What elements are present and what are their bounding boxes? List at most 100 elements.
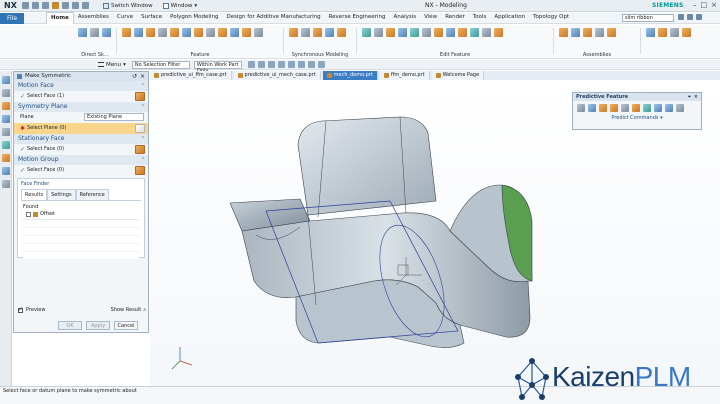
system-materials-icon[interactable] (1, 180, 10, 188)
shell-icon[interactable] (194, 28, 203, 37)
constraint-navigator-icon[interactable] (1, 102, 10, 110)
layer-icon[interactable] (682, 28, 691, 37)
show-result-button[interactable]: Show Result ⌕ (111, 307, 146, 313)
tab-reverse-engineering[interactable]: Reverse Engineering (325, 12, 390, 24)
delay-update-icon[interactable] (470, 28, 479, 37)
roles-icon[interactable] (1, 154, 10, 162)
chamfer-icon[interactable] (182, 28, 191, 37)
replace-feature-icon[interactable] (422, 28, 431, 37)
mid-point-icon[interactable] (287, 61, 295, 68)
preview-checkbox[interactable] (18, 306, 23, 313)
tab-assemblies[interactable]: Assemblies (74, 12, 113, 24)
main-menu-button[interactable]: Menu ▾ (98, 62, 126, 68)
stationary-face-section[interactable]: Stationary Face ⌃ (14, 134, 148, 144)
deselect-all-icon[interactable] (257, 61, 265, 68)
paste-icon[interactable] (72, 2, 79, 9)
maximize-icon[interactable]: □ (701, 1, 708, 9)
move-face-icon[interactable] (289, 28, 298, 37)
line-icon[interactable] (90, 28, 99, 37)
help-icon[interactable] (678, 14, 684, 20)
select-face-icon[interactable] (135, 166, 145, 175)
undo-icon[interactable] (654, 104, 662, 112)
select-all-icon[interactable] (247, 61, 255, 68)
document-tab[interactable]: ffm_demo.prt (379, 71, 430, 80)
move-feature-icon[interactable] (434, 28, 443, 37)
reuse-library-icon[interactable] (1, 115, 10, 123)
undo-icon[interactable] (32, 2, 39, 9)
ok-button[interactable]: OK (58, 321, 82, 330)
switch-window-button[interactable]: Switch Window (103, 2, 153, 9)
feature-playback-icon[interactable] (446, 28, 455, 37)
redo-icon[interactable] (42, 2, 49, 9)
new-component-icon[interactable] (595, 28, 604, 37)
document-tab[interactable]: predictive_ui_ffm_case.prt (150, 71, 232, 80)
tab-polygon-modeling[interactable]: Polygon Modeling (166, 12, 222, 24)
offset-region-icon[interactable] (313, 28, 322, 37)
tab-application[interactable]: Application (490, 12, 529, 24)
trim-body-icon[interactable] (242, 28, 251, 37)
blend-icon[interactable] (170, 28, 179, 37)
tab-topology-opt[interactable]: Topology Opt (529, 12, 573, 24)
reorder-feature-icon[interactable] (398, 28, 407, 37)
close-icon[interactable]: × (694, 93, 698, 101)
chamfer-icon[interactable] (621, 104, 629, 112)
more-icon[interactable] (676, 104, 684, 112)
move-component-icon[interactable] (583, 28, 592, 37)
tab-surface[interactable]: Surface (137, 12, 166, 24)
datum-plane-icon[interactable] (254, 28, 263, 37)
tab-render[interactable]: Render (441, 12, 469, 24)
repeat-command-icon[interactable] (82, 2, 89, 9)
pull-face-icon[interactable] (301, 28, 310, 37)
center-point-icon[interactable] (297, 61, 305, 68)
close-prediction-icon[interactable] (577, 104, 585, 112)
process-studio-icon[interactable] (1, 141, 10, 149)
mirror-icon[interactable] (230, 28, 239, 37)
face-finder-tab-reference[interactable]: Reference (75, 189, 109, 200)
motion-face-select-row[interactable]: ✓ Select Face (1) (14, 91, 148, 102)
sketch-icon[interactable] (665, 104, 673, 112)
tab-home[interactable]: Home (46, 12, 74, 24)
cut-icon[interactable] (52, 2, 59, 9)
tab-analysis[interactable]: Analysis (389, 12, 420, 24)
assembly-constraints-icon[interactable] (571, 28, 580, 37)
type-filter-select[interactable]: No Selection Filter (131, 60, 190, 69)
update-model-icon[interactable] (482, 28, 491, 37)
face-finder-tab-results[interactable]: Results (21, 189, 48, 200)
model-top-face[interactable] (297, 116, 437, 216)
edit-parameters-icon[interactable] (362, 28, 371, 37)
remove-parameters-icon[interactable] (458, 28, 467, 37)
document-tab[interactable]: mech_demo.prt (322, 71, 378, 80)
found-item[interactable]: Offset (18, 211, 144, 217)
tab-tools[interactable]: Tools (469, 12, 491, 24)
tab-curve[interactable]: Curve (113, 12, 137, 24)
quadrant-point-icon[interactable] (307, 61, 315, 68)
document-tab[interactable]: predictive_ui_mech_case.prt (233, 71, 321, 80)
minimize-icon[interactable]: – (693, 1, 697, 9)
pattern-icon[interactable] (218, 28, 227, 37)
end-point-icon[interactable] (277, 61, 285, 68)
selection-scope-select[interactable]: Within Work Part Only (193, 60, 242, 74)
apply-button[interactable]: Apply (86, 321, 110, 330)
tab-design-for-additive-manufacturing[interactable]: Design for Additive Manufacturing (222, 12, 324, 24)
blend-icon[interactable] (599, 104, 607, 112)
snap-point-icon[interactable] (267, 61, 275, 68)
select-face-icon[interactable] (135, 145, 145, 154)
assembly-navigator-icon[interactable] (1, 89, 10, 97)
sketch-icon[interactable] (78, 28, 87, 37)
ribbon-options-icon[interactable] (696, 14, 702, 20)
section-view-icon[interactable] (658, 28, 667, 37)
web-browser-icon[interactable] (1, 167, 10, 175)
window-menu-button[interactable]: Window ▾ (162, 2, 197, 9)
file-tab[interactable]: File (0, 12, 24, 24)
command-search-input[interactable]: slim ribbon (622, 14, 674, 22)
history-icon[interactable] (1, 128, 10, 136)
unsuppress-feature-icon[interactable] (386, 28, 395, 37)
intersection-point-icon[interactable] (317, 61, 325, 68)
close-icon[interactable]: × (140, 72, 145, 81)
select-face-icon[interactable] (135, 92, 145, 101)
extrude-icon[interactable] (122, 28, 131, 37)
edit-parameters-icon[interactable] (643, 104, 651, 112)
shell-icon[interactable] (632, 104, 640, 112)
close-icon[interactable]: × (711, 1, 717, 9)
pin-icon[interactable]: ⌖ (688, 93, 691, 101)
